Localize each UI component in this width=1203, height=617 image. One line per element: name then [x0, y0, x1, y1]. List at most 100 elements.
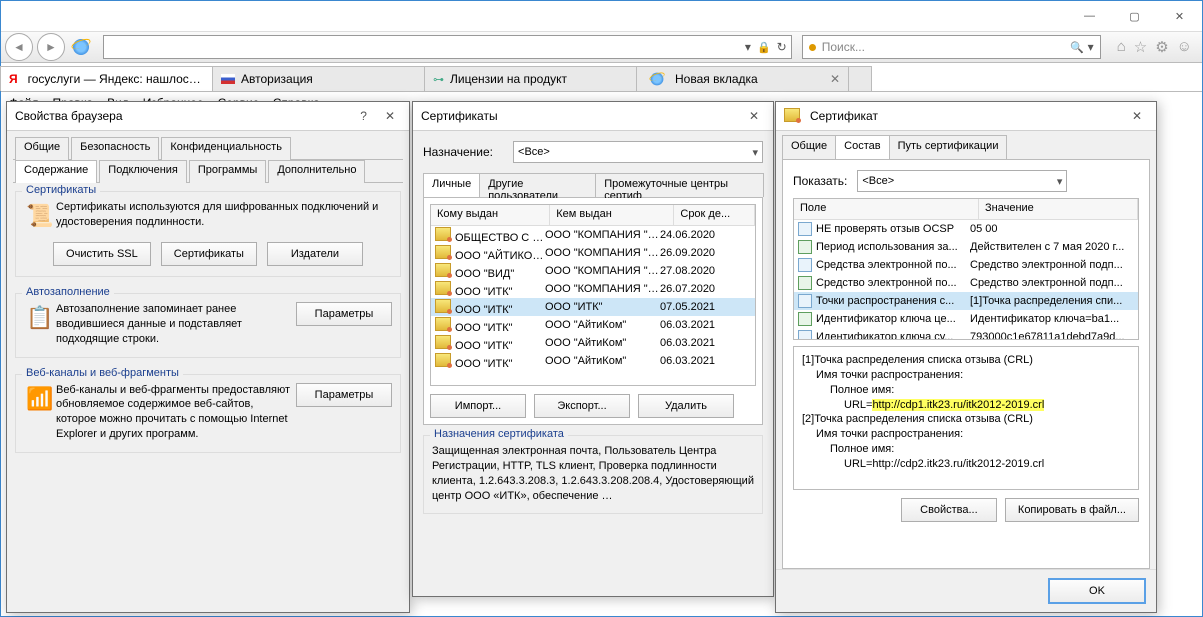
import-button[interactable]: Импорт... [430, 394, 526, 418]
tab-connections[interactable]: Подключения [99, 160, 187, 183]
show-select[interactable]: <Все> [857, 170, 1067, 192]
highlighted-crl-url: http://cdp1.itk23.ru/itk2012-2019.crl [872, 399, 1044, 411]
window-close-button[interactable] [1157, 1, 1202, 31]
tab-close-icon[interactable]: ✕ [830, 72, 840, 86]
field-row[interactable]: Период использования за...Действителен с… [794, 238, 1138, 256]
export-button[interactable]: Экспорт... [534, 394, 630, 418]
address-bar[interactable] [103, 35, 792, 59]
cert-tab-intermediate[interactable]: Промежуточные центры сертиф [595, 173, 764, 197]
certificate-row[interactable]: ООО "ИТК"ООО "АйтиКом"06.03.2021 [431, 316, 755, 334]
navbar: ◄ ► Поиск... [1, 31, 1202, 63]
field-row[interactable]: Средства электронной по...Средство элект… [794, 256, 1138, 274]
group-legend: Сертификаты [22, 184, 100, 196]
purpose-select[interactable]: <Все> [513, 141, 763, 163]
autocomplete-settings-button[interactable]: Параметры [296, 302, 392, 326]
titlebar [1, 1, 1202, 31]
group-legend: Веб-каналы и веб-фрагменты [22, 367, 183, 379]
field-row[interactable]: Идентификатор ключа це...Идентификатор к… [794, 310, 1138, 328]
cert-tab-personal[interactable]: Личные [423, 173, 480, 197]
forward-button[interactable]: ► [37, 33, 65, 61]
list-header[interactable]: Кому выданКем выданСрок де... [431, 205, 755, 226]
tab-auth[interactable]: Авторизация [212, 66, 425, 91]
tab-security[interactable]: Безопасность [71, 137, 159, 160]
back-button[interactable]: ◄ [5, 33, 33, 61]
tab-licenses[interactable]: ⊶Лицензии на продукт [424, 66, 637, 91]
rss-icon: 📶 [24, 383, 56, 415]
feeds-group: Веб-каналы и веб-фрагменты 📶 Веб-каналы … [15, 374, 401, 453]
favorites-button[interactable] [1134, 38, 1147, 56]
certificate-row[interactable]: ООО "ИТК"ООО "ИТК"07.05.2021 [431, 298, 755, 316]
refresh-button[interactable] [777, 40, 787, 54]
delete-button[interactable]: Удалить [638, 394, 734, 418]
cert-detail-tab-details[interactable]: Состав [835, 135, 889, 159]
group-legend: Назначения сертификата [430, 428, 568, 440]
publishers-button[interactable]: Издатели [267, 242, 363, 266]
cert-purposes-group: Назначения сертификата Защищенная электр… [423, 435, 763, 514]
tab-programs[interactable]: Программы [189, 160, 266, 183]
properties-button[interactable]: Свойства... [901, 498, 997, 522]
certificates-button[interactable]: Сертификаты [161, 242, 257, 266]
ie-window: ◄ ► Поиск... Ягосуслуги — Яндекс: нашлос… [0, 0, 1203, 617]
copy-to-file-button[interactable]: Копировать в файл... [1005, 498, 1139, 522]
certificates-list[interactable]: Кому выданКем выданСрок де... ОБЩЕСТВО С… [430, 204, 756, 386]
autofill-icon: 📋 [24, 302, 56, 334]
certificates-group: Сертификаты 📜 Сертификаты используются д… [15, 191, 401, 277]
window-maximize-button[interactable] [1112, 1, 1157, 31]
lock-icon [757, 40, 771, 54]
certificates-dialog: Сертификаты ✕ Назначение: <Все> Личные Др… [412, 101, 774, 597]
search-icon[interactable] [1070, 40, 1084, 54]
tab-privacy[interactable]: Конфиденциальность [161, 137, 291, 160]
purpose-label: Назначение: [423, 145, 493, 159]
search-input[interactable]: Поиск... [802, 35, 1101, 59]
fields-header[interactable]: ПолеЗначение [794, 199, 1138, 220]
tab-general[interactable]: Общие [15, 137, 69, 160]
tab-new[interactable]: Новая вкладка✕ [636, 66, 849, 91]
tab-strip: Ягосуслуги — Яндекс: нашлос… Авторизация… [1, 63, 1202, 92]
show-label: Показать: [793, 174, 847, 188]
certificate-row[interactable]: ООО "ВИД"ООО "КОМПАНИЯ "Т...27.08.2020 [431, 262, 755, 280]
field-detail-box[interactable]: [1]Точка распределения списка отзыва (CR… [793, 346, 1139, 490]
flag-icon [221, 74, 235, 84]
ie-icon [73, 39, 89, 55]
feeds-settings-button[interactable]: Параметры [296, 383, 392, 407]
dialog-title: Сертификат [810, 109, 1120, 123]
cert-icon [784, 108, 804, 125]
search-dropdown-icon[interactable] [1088, 40, 1094, 54]
tab-content[interactable]: Содержание [15, 160, 97, 183]
certificate-row[interactable]: ОБЩЕСТВО С ОГР...ООО "КОМПАНИЯ "Т...24.0… [431, 226, 755, 244]
dialog-title: Сертификаты [421, 109, 737, 123]
certificate-detail-dialog: Сертификат ✕ Общие Состав Путь сертификац… [775, 101, 1157, 613]
address-dropdown-icon[interactable] [745, 40, 751, 54]
settings-button[interactable] [1155, 38, 1168, 56]
certificate-row[interactable]: ООО "ИТК"ООО "АйтиКом"06.03.2021 [431, 352, 755, 370]
clear-ssl-button[interactable]: Очистить SSL [53, 242, 151, 266]
fields-list[interactable]: ПолеЗначение НЕ проверять отзыв OCSP05 0… [793, 198, 1139, 340]
tab-advanced[interactable]: Дополнительно [268, 160, 365, 183]
cert-tab-other[interactable]: Другие пользователи [479, 173, 596, 197]
cert-detail-tab-general[interactable]: Общие [782, 135, 836, 159]
dialog-close-button[interactable]: ✕ [1126, 109, 1148, 123]
field-row[interactable]: Идентификатор ключа су...793000c1e67811a… [794, 328, 1138, 340]
certificate-icon: 📜 [24, 200, 56, 232]
certificate-row[interactable]: ООО "АЙТИКОМ К...ООО "КОМПАНИЯ "Т...26.0… [431, 244, 755, 262]
field-row[interactable]: Средство электронной по...Средство элект… [794, 274, 1138, 292]
certificate-row[interactable]: ООО "ИТК"ООО "АйтиКом"06.03.2021 [431, 334, 755, 352]
feedback-button[interactable] [1177, 38, 1192, 56]
dialog-help-button[interactable]: ? [354, 109, 373, 123]
dialog-close-button[interactable]: ✕ [743, 109, 765, 123]
warning-icon [809, 44, 816, 51]
window-minimize-button[interactable] [1067, 1, 1112, 31]
ok-button[interactable]: OK [1048, 578, 1146, 604]
home-button[interactable] [1117, 38, 1126, 56]
field-row[interactable]: НЕ проверять отзыв OCSP05 00 [794, 220, 1138, 238]
certificate-row[interactable]: ООО "ИТК"ООО "КОМПАНИЯ "Т...26.07.2020 [431, 280, 755, 298]
internet-options-dialog: Свойства браузера? ✕ Общие Безопасность К… [6, 101, 410, 613]
cert-detail-tab-path[interactable]: Путь сертификации [889, 135, 1008, 159]
field-row[interactable]: Точки распространения с...[1]Точка распр… [794, 292, 1138, 310]
autocomplete-group: Автозаполнение 📋 Автозаполнение запомина… [15, 293, 401, 358]
new-tab-button[interactable] [848, 66, 872, 91]
tab-yandex[interactable]: Ягосуслуги — Яндекс: нашлос… [0, 66, 213, 91]
group-legend: Автозаполнение [22, 286, 114, 298]
dialog-title: Свойства браузера [15, 109, 348, 123]
dialog-close-button[interactable]: ✕ [379, 109, 401, 123]
